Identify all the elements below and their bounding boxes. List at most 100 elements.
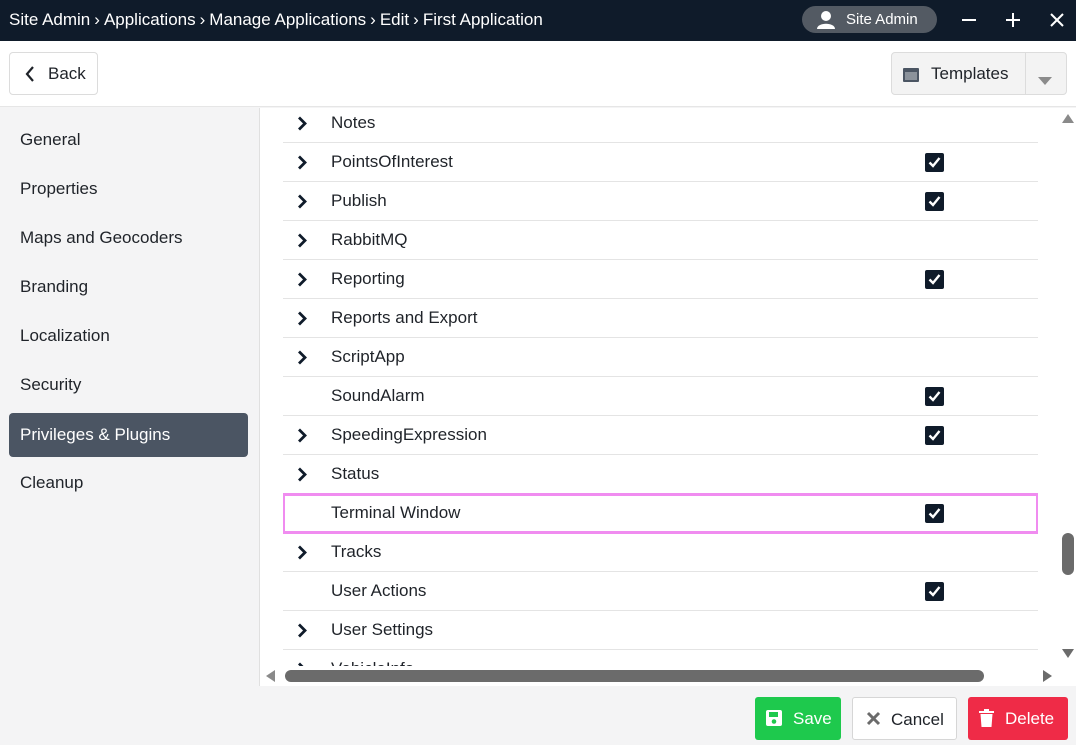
scroll-up-arrow-icon[interactable] [1062,114,1074,123]
chevron-right-icon[interactable] [297,467,307,487]
chevron-right-icon[interactable] [297,428,307,448]
sidebar-item-localization[interactable]: Localization [9,314,248,358]
plugin-name: SpeedingExpression [331,425,487,444]
chevron-right-icon[interactable] [297,116,307,136]
title-bar: Site Admin › Applications › Manage Applicati… [0,0,1076,41]
sidebar-item-maps-and-geocoders[interactable]: Maps and Geocoders [9,216,248,260]
chevron-right-icon[interactable] [297,623,307,643]
breadcrumb-item[interactable]: Site Admin [9,0,90,40]
scroll-right-arrow-icon[interactable] [1043,670,1052,682]
scroll-left-arrow-icon[interactable] [266,670,275,682]
plugin-name: Reporting [331,269,405,288]
checkmark-icon [928,196,941,207]
plugin-row[interactable]: Publish [283,182,1038,221]
delete-label: Delete [1005,709,1055,728]
save-icon [766,710,782,731]
plugin-list: Notes PointsOfInterest Publish RabbitMQ Repo… [283,108,1038,668]
breadcrumb-current: First Application [422,10,543,29]
breadcrumb-separator: › [94,10,100,29]
checkmark-icon [928,586,941,597]
templates-label: Templates [931,64,1009,83]
checkmark-icon [928,391,941,402]
plugin-row[interactable]: PointsOfInterest [283,143,1038,182]
plugin-name: PointsOfInterest [331,152,453,171]
plugin-row[interactable]: SpeedingExpression [283,416,1038,455]
window-icon [903,67,919,87]
plugin-row[interactable]: ScriptApp [283,338,1038,377]
sidebar-item-properties[interactable]: Properties [9,167,248,211]
cancel-button[interactable]: Cancel [852,697,957,740]
save-button[interactable]: Save [755,697,841,740]
save-label: Save [793,709,832,728]
vertical-scrollbar-thumb[interactable] [1062,533,1074,575]
plugin-name: User Settings [331,620,434,639]
plugin-name: User Actions [331,581,427,600]
chevron-down-icon[interactable] [1038,70,1052,90]
plugin-name: SoundAlarm [331,386,425,405]
user-icon [816,10,836,33]
plugin-row[interactable]: Reporting [283,260,1038,299]
toolbar: Back Templates [0,41,1076,107]
plugin-enabled-checkbox[interactable] [925,153,944,172]
minimize-button[interactable] [955,7,983,33]
scroll-down-arrow-icon[interactable] [1062,649,1074,658]
plugin-name: Terminal Window [331,503,461,522]
close-icon [1050,13,1064,27]
chevron-left-icon [24,66,36,87]
plugin-row[interactable]: User Settings [283,611,1038,650]
vertical-scrollbar[interactable] [1058,108,1076,666]
plugin-name: ScriptApp [331,347,405,366]
sidebar-item-privileges-and-plugins[interactable]: Privileges & Plugins [9,413,248,457]
maximize-button[interactable] [999,7,1027,33]
horizontal-scrollbar-thumb[interactable] [285,670,984,682]
sidebar-item-cleanup[interactable]: Cleanup [9,461,248,505]
plugin-row[interactable]: Reports and Export [283,299,1038,338]
chevron-right-icon[interactable] [297,545,307,565]
plugin-enabled-checkbox[interactable] [925,426,944,445]
checkmark-icon [928,274,941,285]
back-button[interactable]: Back [9,52,98,95]
checkmark-icon [928,508,941,519]
plugin-name: Status [331,464,380,483]
chevron-right-icon[interactable] [297,311,307,331]
chevron-right-icon[interactable] [297,155,307,175]
sidebar-item-security[interactable]: Security [9,363,248,407]
breadcrumb-item[interactable]: Edit [380,0,409,40]
plugin-name: Notes [331,113,376,132]
plugin-name: Tracks [331,542,382,561]
breadcrumb-separator: › [370,10,376,29]
plugin-enabled-checkbox[interactable] [925,582,944,601]
plugin-enabled-checkbox[interactable] [925,504,944,523]
breadcrumb-item[interactable]: Manage Applications [209,0,366,40]
back-label: Back [48,64,86,83]
close-button[interactable] [1043,7,1071,33]
plugin-row[interactable]: Tracks [283,533,1038,572]
plugin-row[interactable]: Status [283,455,1038,494]
plugin-row[interactable]: Terminal Window [283,493,1038,534]
cancel-label: Cancel [891,710,944,729]
plugin-name: Reports and Export [331,308,478,327]
chevron-right-icon[interactable] [297,233,307,253]
checkmark-icon [928,157,941,168]
plugin-enabled-checkbox[interactable] [925,270,944,289]
chevron-right-icon[interactable] [297,350,307,370]
chevron-right-icon[interactable] [297,194,307,214]
plugin-name: RabbitMQ [331,230,408,249]
plugin-name: Publish [331,191,387,210]
plugin-enabled-checkbox[interactable] [925,192,944,211]
breadcrumb-separator: › [199,10,206,29]
plugin-row[interactable]: User Actions [283,572,1038,611]
sidebar-item-branding[interactable]: Branding [9,265,248,309]
checkmark-icon [928,430,941,441]
templates-dropdown[interactable]: Templates [891,52,1067,95]
trash-icon [979,709,994,732]
sidebar-item-general[interactable]: General [9,118,248,162]
delete-button[interactable]: Delete [968,697,1068,740]
plugin-row[interactable]: Notes [283,108,1038,143]
plugin-row[interactable]: SoundAlarm [283,377,1038,416]
plugin-enabled-checkbox[interactable] [925,387,944,406]
plugin-row[interactable]: RabbitMQ [283,221,1038,260]
user-menu-button[interactable]: Site Admin [802,6,937,33]
breadcrumb-item[interactable]: Applications [104,0,196,40]
chevron-right-icon[interactable] [297,272,307,292]
